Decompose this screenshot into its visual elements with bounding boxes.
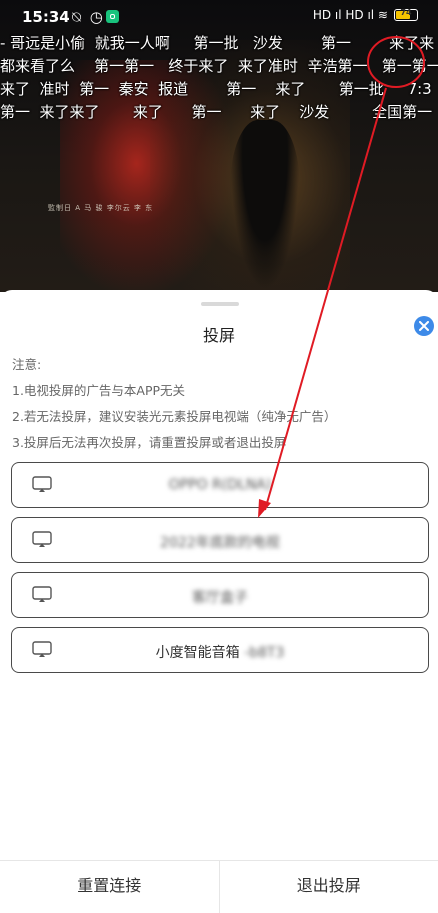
danmaku-line: 来了 准时 第一 秦安 报道 第一 来了 第一批 7:3: [0, 78, 432, 99]
video-player[interactable]: 監制日 A 马 骏 李尔云 李 东 - 哥远是小偷 就我一人啊 第一批 沙发 第…: [0, 0, 438, 292]
device-name: 小度智能音箱 -b8T3: [12, 642, 428, 662]
exit-cast-button[interactable]: 退出投屏: [220, 861, 438, 913]
device-name: 2022年底款的电视: [12, 532, 428, 552]
danmaku-line: 第一 来了来了 来了 第一 来了 沙发 全国第一 来: [0, 101, 438, 122]
reset-connection-button[interactable]: 重置连接: [0, 861, 219, 913]
drag-handle[interactable]: [201, 302, 239, 306]
device-name-obscured: 客厅盒子: [192, 590, 248, 606]
device-name-obscured: OPPO R(DLNA): [169, 477, 272, 493]
device-item[interactable]: 客厅盒子: [11, 572, 429, 618]
danmaku-line: - 哥远是小偷 就我一人啊 第一批 沙发 第一 来了来: [0, 32, 434, 53]
close-icon: [419, 321, 429, 331]
sheet-title: 投屏: [0, 322, 438, 346]
device-name: OPPO R(DLNA): [12, 477, 428, 493]
signal-wifi-icon: HD ıl HD ıl ≋: [313, 8, 388, 22]
cast-sheet: 投屏 注意: 1.电视投屏的广告与本APP无关 2.若无法投屏，建议安装光元素投…: [0, 290, 438, 912]
device-list: OPPO R(DLNA) 2022年底款的电视 客厅盒子 小度智能音箱 -b8T…: [11, 462, 429, 682]
video-credits: 監制日 A 马 骏 李尔云 李 东: [48, 203, 153, 213]
battery-level: 74: [395, 8, 417, 17]
sheet-footer: 重置连接 退出投屏: [0, 860, 438, 913]
video-scene-figure: [230, 120, 300, 290]
device-name: 客厅盒子: [12, 587, 428, 607]
notification-icons: ⍉ ◷: [72, 8, 105, 26]
danmaku-line: 都来看了么 第一第一 终于来了 来了准时 辛浩第一 第一第一: [0, 55, 438, 76]
notice-block: 注意: 1.电视投屏的广告与本APP无关 2.若无法投屏，建议安装光元素投屏电视…: [12, 352, 336, 456]
device-name-obscured: -b8T3: [244, 645, 284, 661]
device-name-obscured: 2022年底款的电视: [160, 535, 280, 551]
battery-icon: 74: [394, 9, 418, 21]
status-bar: 15:34 ⍉ ◷ HD ıl HD ıl ≋ 74: [0, 0, 438, 32]
status-right: HD ıl HD ıl ≋ 74: [313, 8, 418, 22]
status-time: 15:34: [22, 8, 70, 26]
notice-line: 1.电视投屏的广告与本APP无关: [12, 378, 336, 404]
device-item[interactable]: 小度智能音箱 -b8T3: [11, 627, 429, 673]
notice-line: 2.若无法投屏，建议安装光元素投屏电视端（纯净无广告）: [12, 404, 336, 430]
notice-heading: 注意:: [12, 352, 336, 378]
close-button[interactable]: [414, 316, 434, 336]
notice-line: 3.投屏后无法再次投屏，请重置投屏或者退出投屏: [12, 430, 336, 456]
device-item[interactable]: OPPO R(DLNA): [11, 462, 429, 508]
app-notification-icon: [106, 10, 119, 23]
device-item[interactable]: 2022年底款的电视: [11, 517, 429, 563]
